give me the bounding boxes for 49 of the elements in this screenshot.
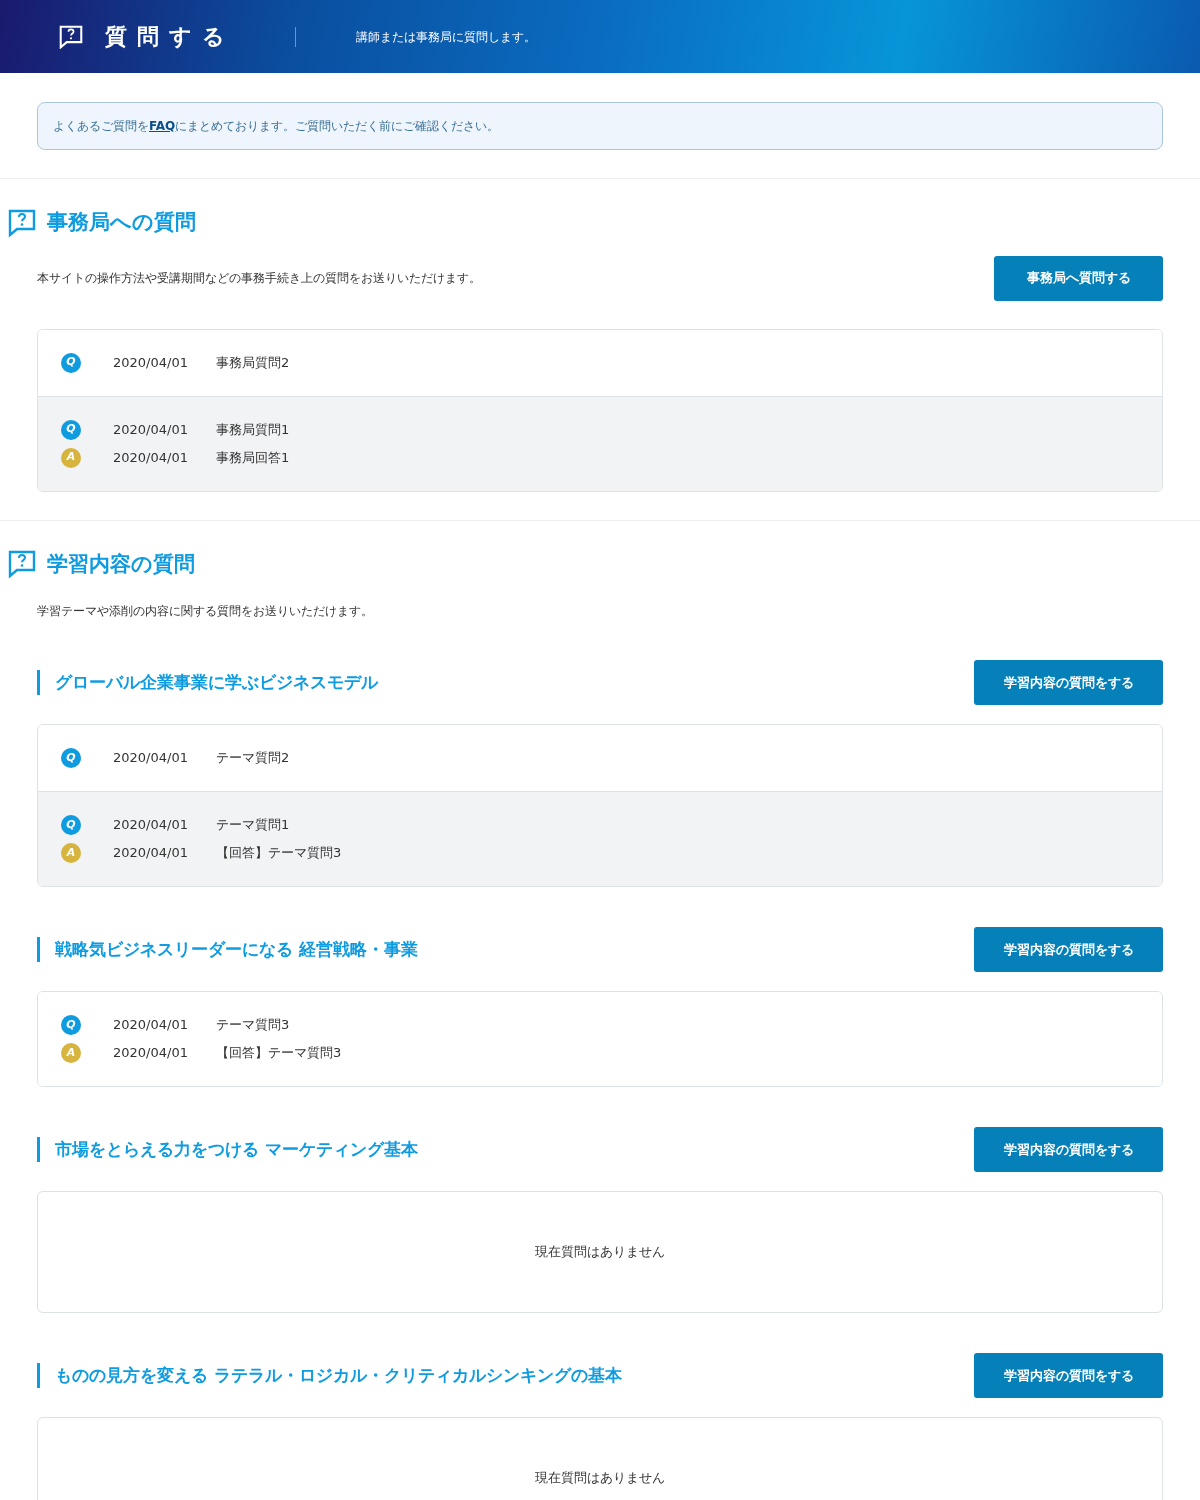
faq-link[interactable]: FAQ [149, 117, 176, 135]
faq-notice: よくあるご質問をFAQにまとめております。ご質問いただく前にご確認ください。 [37, 102, 1163, 150]
empty-message: 現在質問はありません [535, 1243, 665, 1262]
question-badge: Q [61, 815, 81, 835]
ask-learning-button[interactable]: 学習内容の質問をする [974, 927, 1163, 972]
entry-date: 2020/04/01 [113, 1044, 188, 1063]
question-bubble-icon [8, 550, 36, 579]
answer-badge: A [61, 1043, 81, 1063]
ask-learning-button[interactable]: 学習内容の質問をする [974, 1127, 1163, 1172]
thread-row[interactable]: Q 2020/04/01 テーマ質問3 A 2020/04/01 【回答】テーマ質問3 [38, 992, 1162, 1086]
entry-date: 2020/04/01 [113, 353, 188, 372]
question-badge: Q [61, 748, 81, 768]
ask-office-button[interactable]: 事務局へ質問する [994, 255, 1163, 301]
question-title[interactable]: 事務局質問1 [215, 419, 290, 440]
answer-title[interactable]: 【回答】テーマ質問3 [215, 843, 342, 863]
section-description: 本サイトの操作方法や受講期間などの事務手続き上の質問をお送りいただけます。 [37, 270, 481, 287]
section-title: 学習内容の質問 [47, 550, 195, 578]
ask-learning-button[interactable]: 学習内容の質問をする [974, 1353, 1163, 1398]
section-description: 学習テーマや添削の内容に関する質問をお送りいただけます。 [36, 603, 374, 620]
question-title[interactable]: 事務局質問2 [215, 352, 290, 373]
answer-badge: A [61, 447, 81, 468]
question-bubble-icon [59, 24, 83, 49]
theme-title: 市場をとらえる力をつける マーケティング基本 [55, 1137, 418, 1161]
section-title: 事務局への質問 [47, 209, 196, 236]
question-badge: Q [61, 419, 81, 440]
page-title: 質問する [105, 23, 235, 51]
question-badge: Q [61, 352, 81, 373]
question-title[interactable]: テーマ質問3 [215, 1015, 290, 1035]
question-bubble-icon [8, 208, 36, 237]
answer-title[interactable]: 事務局回答1 [215, 447, 290, 468]
page-subtitle: 講師または事務局に質問します。 [356, 28, 536, 46]
thread-row[interactable]: Q 2020/04/01 テーマ質問1 A 2020/04/01 【回答】テーマ質問3 [38, 791, 1162, 886]
entry-date: 2020/04/01 [113, 816, 188, 835]
empty-message: 現在質問はありません [535, 1469, 665, 1488]
theme-title: 戦略気ビジネスリーダーになる 経営戦略・事業 [55, 937, 418, 961]
ask-learning-button[interactable]: 学習内容の質問をする [974, 660, 1163, 705]
question-badge: Q [61, 1015, 81, 1035]
entry-date: 2020/04/01 [113, 448, 188, 467]
thread-row[interactable]: Q 2020/04/01 事務局質問1 A 2020/04/01 事務局回答1 [38, 395, 1162, 491]
entry-date: 2020/04/01 [113, 1016, 188, 1035]
answer-title[interactable]: 【回答】テーマ質問3 [215, 1043, 342, 1063]
question-title[interactable]: テーマ質問1 [215, 815, 290, 835]
entry-date: 2020/04/01 [113, 749, 188, 768]
theme-title: グローバル企業事業に学ぶビジネスモデル [55, 670, 378, 694]
entry-date: 2020/04/01 [113, 844, 188, 863]
answer-badge: A [61, 843, 81, 863]
entry-date: 2020/04/01 [113, 420, 188, 439]
theme-title: ものの見方を変える ラテラル・ロジカル・クリティカルシンキングの基本 [55, 1363, 622, 1387]
question-title[interactable]: テーマ質問2 [215, 748, 290, 768]
